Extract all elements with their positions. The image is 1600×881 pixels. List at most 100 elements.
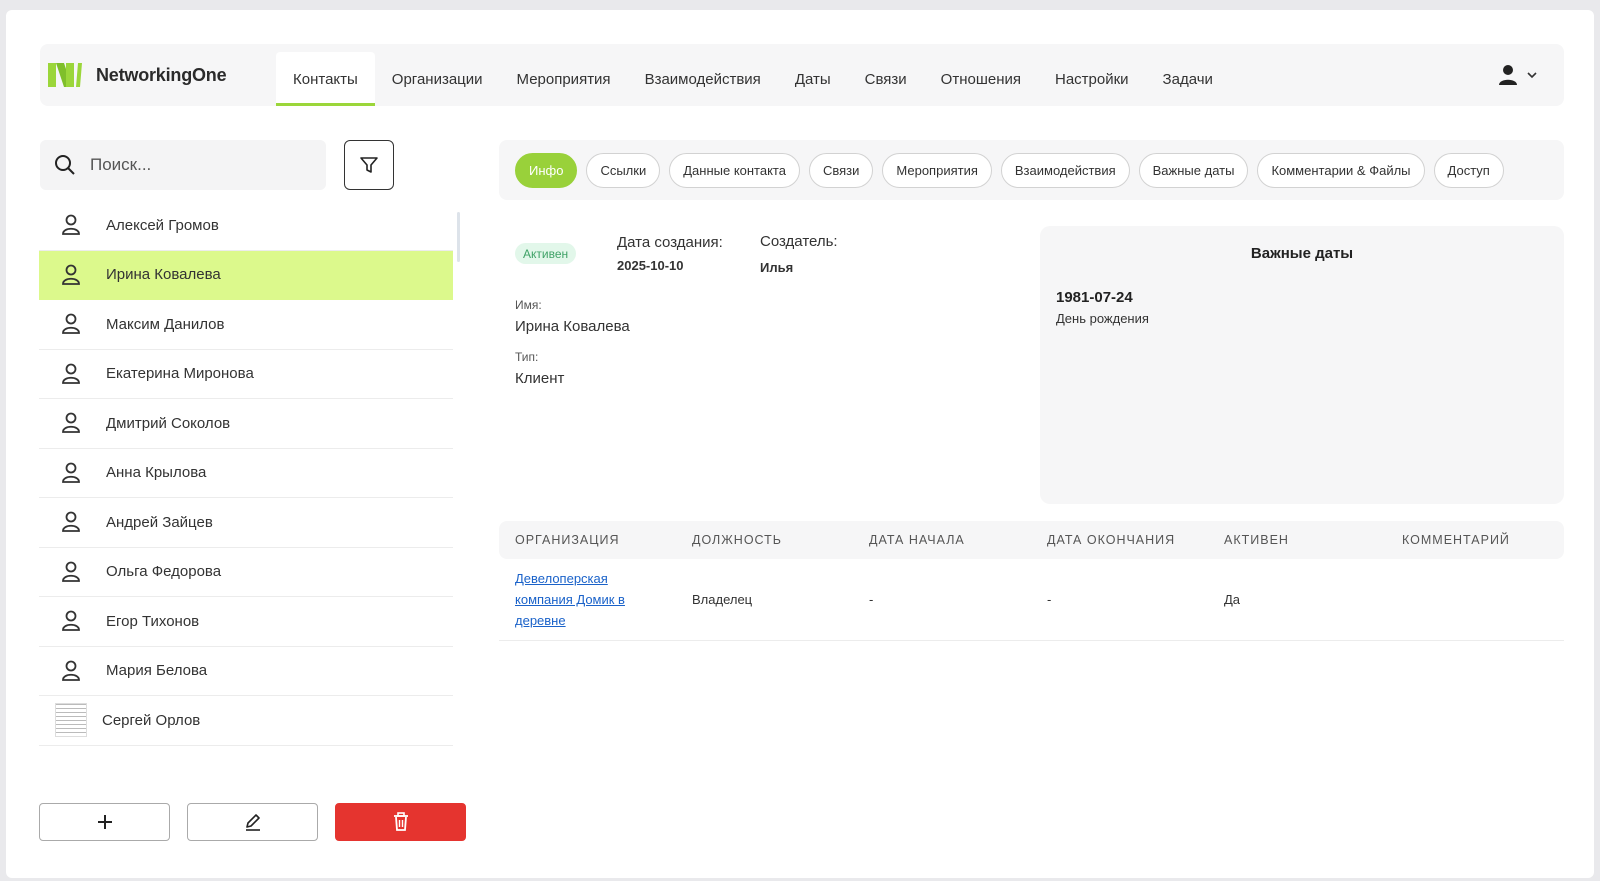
cell-active: Да — [1224, 592, 1241, 607]
created-value: 2025-10-10 — [617, 258, 684, 273]
contact-name: Егор Тихонов — [106, 612, 200, 630]
contact-list-item[interactable]: Дмитрий Соколов — [39, 399, 453, 449]
contact-list-item[interactable]: Екатерина Миронова — [39, 350, 453, 399]
important-date-label: День рождения — [1056, 311, 1149, 326]
person-icon — [59, 561, 83, 583]
table-row: Девелоперская компания Домик в деревне В… — [499, 559, 1564, 641]
tab-interactions[interactable]: Взаимодействия — [1000, 152, 1130, 188]
person-icon — [59, 511, 83, 533]
created-label: Дата создания: — [617, 234, 723, 251]
nav-item-contacts[interactable]: Контакты — [276, 52, 375, 106]
search-icon — [55, 155, 75, 175]
name-value: Ирина Ковалева — [515, 318, 630, 335]
person-icon — [59, 462, 83, 484]
contact-name: Ирина Ковалева — [106, 266, 221, 284]
important-date-value: 1981-07-24 — [1056, 289, 1133, 306]
delete-contact-button[interactable] — [335, 803, 466, 841]
contact-name: Максим Данилов — [106, 315, 225, 333]
person-icon — [59, 214, 83, 236]
cell-position: Владелец — [692, 592, 753, 607]
column-header-comment: КОММЕНТАРИЙ — [1402, 533, 1510, 547]
organization-link[interactable]: Девелоперская компания Домик в деревне — [515, 568, 645, 631]
contact-list-item[interactable]: Алексей Громов — [39, 201, 453, 251]
contact-list: Алексей Громов Ирина Ковалева Максим Дан… — [39, 201, 453, 746]
detail-tabs: Инфо Ссылки Данные контакта Связи Меропр… — [499, 140, 1564, 200]
cell-end-date: - — [1047, 592, 1052, 607]
important-dates-title: Важные даты — [1250, 245, 1354, 262]
tab-comments-files[interactable]: Комментарии & Файлы — [1257, 152, 1425, 188]
tab-links[interactable]: Ссылки — [586, 152, 661, 188]
nav-item-links[interactable]: Связи — [848, 52, 924, 106]
contact-name: Екатерина Миронова — [106, 365, 254, 383]
contact-list-item-selected[interactable]: Ирина Ковалева — [39, 250, 453, 300]
filter-button[interactable] — [344, 140, 394, 190]
type-label: Тип: — [515, 350, 539, 364]
tab-important-dates[interactable]: Важные даты — [1138, 152, 1249, 188]
contact-list-item[interactable]: Сергей Орлов — [39, 696, 453, 746]
contact-name: Алексей Громов — [106, 216, 219, 234]
contact-list-item[interactable]: Анна Крылова — [39, 449, 453, 498]
important-dates-card: Важные даты 1981-07-24 День рождения — [1040, 226, 1564, 504]
tab-connections[interactable]: Связи — [808, 152, 874, 188]
column-header-active: АКТИВЕН — [1224, 533, 1289, 547]
logo[interactable]: NetworkingOne — [48, 60, 227, 90]
contact-name: Андрей Зайцев — [106, 513, 213, 531]
contact-photo-thumbnail — [55, 703, 87, 738]
nav-item-interactions[interactable]: Взаимодействия — [628, 52, 778, 106]
person-icon — [59, 412, 83, 434]
contact-list-item[interactable]: Андрей Зайцев — [39, 498, 453, 548]
trash-icon — [393, 812, 408, 831]
search-input[interactable] — [90, 155, 290, 175]
contact-name: Мария Белова — [106, 662, 208, 680]
column-header-position: ДОЛЖНОСТЬ — [692, 533, 782, 547]
contact-name: Сергей Орлов — [102, 711, 201, 729]
tab-access[interactable]: Доступ — [1433, 152, 1504, 188]
creator-label: Создатель: — [760, 233, 838, 250]
tab-info[interactable]: Инфо — [515, 152, 578, 188]
tab-events[interactable]: Мероприятия — [882, 152, 992, 188]
user-icon — [1499, 65, 1517, 85]
nav-item-settings[interactable]: Настройки — [1038, 52, 1146, 106]
person-icon — [59, 264, 83, 286]
search-box — [40, 140, 326, 190]
tab-contact-data[interactable]: Данные контакта — [669, 152, 800, 188]
table-header: ОРГАНИЗАЦИЯ ДОЛЖНОСТЬ ДАТА НАЧАЛА ДАТА О… — [499, 521, 1564, 559]
pencil-icon — [245, 814, 260, 831]
person-icon — [59, 363, 83, 385]
column-header-start-date: ДАТА НАЧАЛА — [869, 533, 965, 547]
column-header-end-date: ДАТА ОКОНЧАНИЯ — [1047, 533, 1176, 547]
type-value: Клиент — [515, 370, 565, 387]
nav-item-relations[interactable]: Отношения — [924, 52, 1038, 106]
creator-value: Илья — [760, 260, 794, 275]
contact-name: Ольга Федорова — [106, 563, 222, 581]
contact-list-item[interactable]: Егор Тихонов — [39, 597, 453, 647]
person-icon — [59, 660, 83, 682]
contact-list-scrollbar[interactable] — [457, 212, 460, 262]
nav-item-dates[interactable]: Даты — [778, 52, 848, 106]
plus-icon — [97, 815, 112, 829]
status-badge: Активен — [515, 243, 577, 264]
contact-name: Дмитрий Соколов — [106, 414, 231, 432]
add-contact-button[interactable] — [39, 803, 170, 841]
top-navigation-bar: NetworkingOne Контакты Организации Мероп… — [40, 44, 1564, 106]
person-icon — [59, 610, 83, 632]
nav-item-tasks[interactable]: Задачи — [1146, 52, 1230, 106]
contact-list-item[interactable]: Ольга Федорова — [39, 548, 453, 597]
name-label: Имя: — [515, 298, 542, 312]
column-header-organization: ОРГАНИЗАЦИЯ — [515, 533, 620, 547]
chevron-down-icon — [1527, 72, 1537, 79]
nav-item-events[interactable]: Мероприятия — [500, 52, 628, 106]
logo-mark-icon — [48, 63, 82, 87]
user-menu[interactable] — [1498, 64, 1538, 86]
filter-icon — [360, 157, 378, 173]
contact-actions — [39, 803, 466, 841]
contact-list-item[interactable]: Максим Данилов — [39, 300, 453, 350]
contact-list-item[interactable]: Мария Белова — [39, 647, 453, 696]
app-name: NetworkingOne — [96, 64, 227, 85]
cell-organization: Девелоперская компания Домик в деревне — [499, 568, 676, 631]
cell-start-date: - — [869, 592, 874, 607]
person-icon — [59, 313, 83, 335]
edit-contact-button[interactable] — [187, 803, 318, 841]
nav-item-organizations[interactable]: Организации — [375, 52, 500, 106]
contact-name: Анна Крылова — [106, 464, 207, 482]
